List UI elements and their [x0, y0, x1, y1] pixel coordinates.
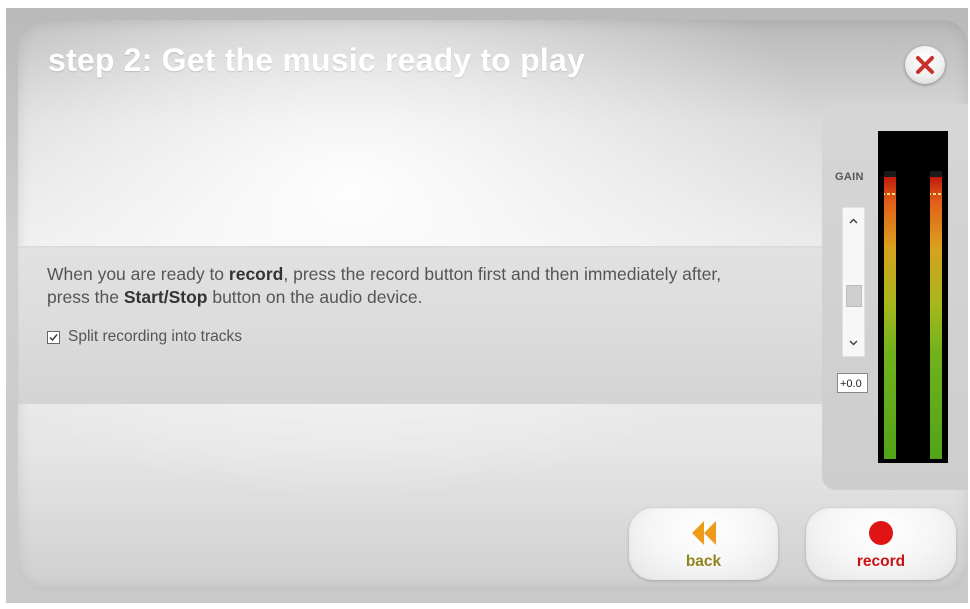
- back-label: back: [685, 553, 722, 570]
- gain-down-button[interactable]: [843, 333, 864, 353]
- level-meter-left-peak: [884, 193, 896, 195]
- level-meter: [878, 131, 948, 463]
- gain-label: GAIN: [835, 171, 864, 183]
- instruction-emphasis-record: record: [228, 264, 284, 284]
- close-button[interactable]: [905, 46, 945, 84]
- page-title: step 2: Get the music ready to play: [48, 42, 585, 78]
- chevron-up-icon: [849, 218, 858, 224]
- instruction-part: When you are ready to: [47, 264, 229, 284]
- split-tracks-checkbox[interactable]: [47, 330, 60, 344]
- record-button[interactable]: record: [806, 508, 956, 580]
- split-tracks-option[interactable]: Split recording into tracks: [47, 328, 242, 346]
- gain-value-field[interactable]: +0.0: [837, 373, 868, 393]
- instruction-emphasis-start-stop: Start/Stop: [123, 287, 208, 307]
- level-meter-right-peak: [930, 193, 942, 195]
- gain-slider[interactable]: [842, 207, 865, 357]
- level-meter-right-fill: [930, 176, 942, 459]
- checkmark-icon: [49, 333, 58, 341]
- gain-slider-thumb[interactable]: [846, 285, 862, 308]
- gain-up-button[interactable]: [843, 211, 864, 231]
- rewind-icon: [629, 520, 778, 546]
- level-meter-right: [930, 171, 942, 459]
- record-label: record: [856, 553, 906, 570]
- close-icon: [914, 54, 936, 76]
- chevron-down-icon: [849, 340, 858, 346]
- record-icon: [806, 520, 956, 546]
- split-tracks-label: Split recording into tracks: [68, 328, 243, 345]
- back-button[interactable]: back: [629, 508, 778, 580]
- instruction-part: button on the audio device.: [207, 287, 423, 307]
- instruction-text: When you are ready to record, press the …: [47, 263, 747, 309]
- level-meter-left: [884, 171, 896, 459]
- level-meter-left-fill: [884, 176, 896, 459]
